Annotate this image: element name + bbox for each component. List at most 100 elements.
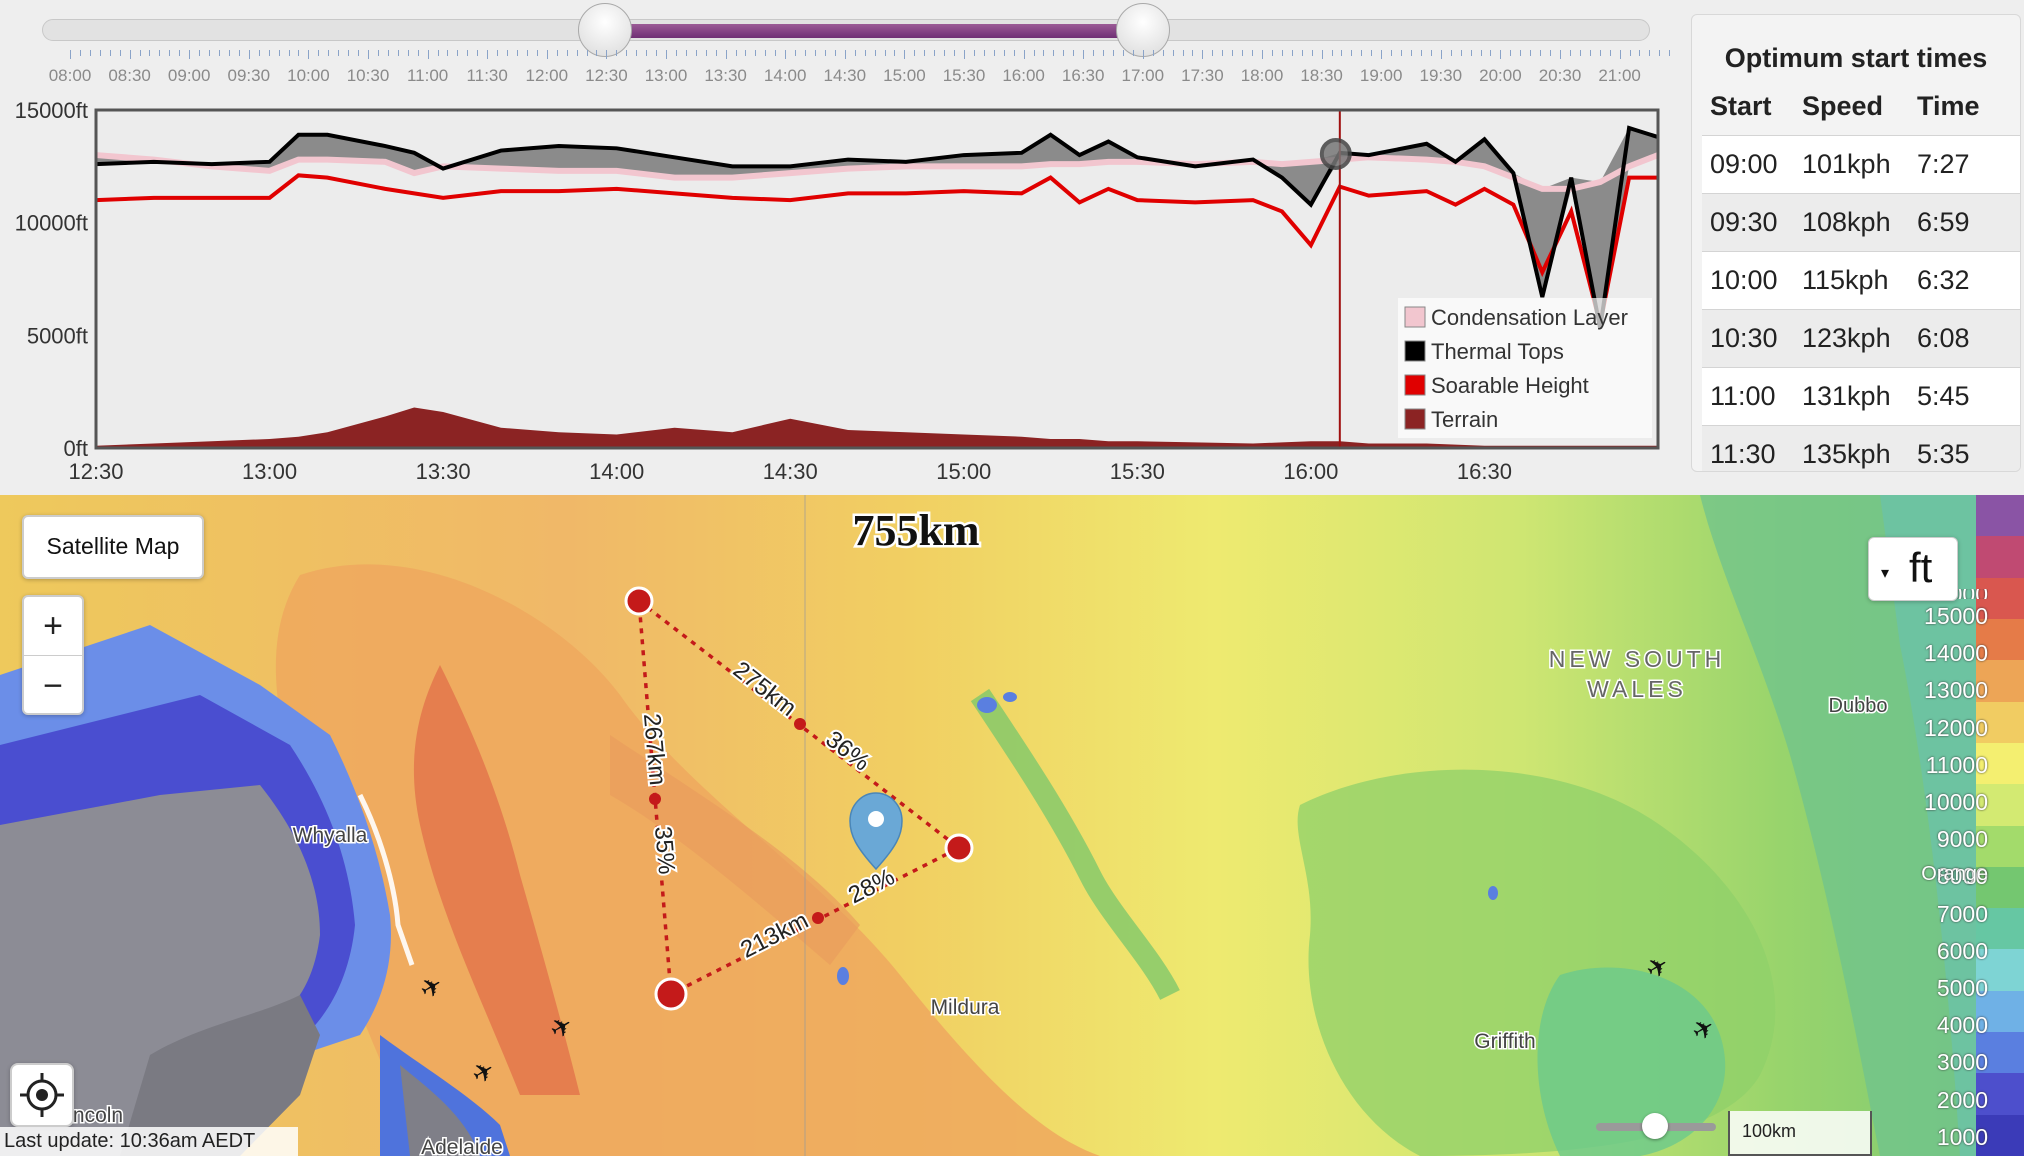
slider-tick bbox=[626, 50, 628, 56]
crosshair-icon bbox=[20, 1073, 64, 1117]
optimum-row: 10:30 123kph 6:08 bbox=[1702, 309, 2020, 368]
forecast-map[interactable]: 275km 36% 267km 35% 213km 28% ✈ ✈ ✈ ✈ ✈ … bbox=[0, 495, 2024, 1156]
y-tick-label: 0ft bbox=[64, 436, 88, 461]
slider-tick bbox=[1212, 50, 1214, 56]
slider-tick bbox=[1659, 50, 1661, 56]
slider-tick bbox=[964, 50, 965, 59]
slider-tick bbox=[457, 50, 459, 56]
map-canvas[interactable]: 275km 36% 267km 35% 213km 28% ✈ ✈ ✈ ✈ ✈ … bbox=[0, 495, 2024, 1156]
slider-tick bbox=[556, 50, 558, 56]
color-scale-swatch bbox=[1976, 825, 2024, 868]
slider-tick bbox=[1232, 50, 1234, 56]
altitude-chart[interactable]: 15000ft 10000ft 5000ft 0ft12:30 13:00 13:30 14… bbox=[0, 100, 1680, 495]
slider-tick bbox=[874, 50, 876, 56]
legend-label: Soarable Height bbox=[1431, 373, 1589, 398]
slider-tick bbox=[159, 50, 161, 56]
slider-tick bbox=[1242, 50, 1244, 56]
locate-me-button[interactable] bbox=[10, 1063, 74, 1127]
slider-tick bbox=[1043, 50, 1045, 56]
slider-end-handle[interactable] bbox=[1116, 3, 1170, 57]
turnpoint-north[interactable] bbox=[624, 586, 654, 616]
slider-tick bbox=[705, 50, 707, 56]
units-label: ft bbox=[1909, 544, 1933, 591]
slider-tick bbox=[377, 50, 379, 56]
slider-tick bbox=[1530, 50, 1532, 56]
slider-tick bbox=[139, 50, 141, 56]
slider-tick bbox=[755, 50, 757, 56]
slider-tick bbox=[566, 50, 568, 56]
time-range-slider[interactable]: 08:00 08:30 09:00 09:30 10:00 10:30 11:00 11:30… bbox=[0, 0, 1680, 100]
slider-tick bbox=[725, 50, 727, 59]
slider-tick bbox=[129, 50, 131, 59]
slider-tick bbox=[209, 50, 211, 56]
lake-small bbox=[837, 967, 849, 985]
slider-tick bbox=[70, 50, 71, 59]
slider-tick bbox=[1669, 50, 1671, 56]
x-tick-label: 15:00 bbox=[936, 459, 991, 484]
slider-selected-range[interactable] bbox=[604, 24, 1144, 38]
slider-tick bbox=[1301, 50, 1303, 56]
legend-swatch bbox=[1404, 340, 1426, 362]
slider-tick bbox=[497, 50, 499, 56]
slider-time-label: 14:00 bbox=[763, 66, 807, 85]
zoom-in-button[interactable]: + bbox=[24, 597, 82, 656]
optimum-start-times-panel: Optimum start times Start Speed Time 09:… bbox=[1691, 14, 2021, 472]
slider-start-handle[interactable] bbox=[578, 3, 632, 57]
slider-tick bbox=[219, 50, 220, 56]
slider-tick bbox=[815, 50, 816, 56]
slider-tick bbox=[894, 50, 896, 56]
slider-tick bbox=[477, 50, 479, 56]
slider-tick bbox=[1500, 50, 1502, 59]
slider-tick bbox=[1202, 50, 1204, 59]
turnpoint-start[interactable] bbox=[654, 977, 688, 1011]
place-label: Adelaide bbox=[421, 1136, 503, 1156]
chart-cursor-marker bbox=[1319, 137, 1352, 170]
slider-time-label: 18:30 bbox=[1300, 66, 1343, 85]
zoom-out-button[interactable]: − bbox=[24, 657, 82, 715]
slider-tick bbox=[914, 50, 916, 56]
color-scale-swatch bbox=[1976, 577, 2024, 620]
slider-tick bbox=[1351, 50, 1353, 56]
last-update-label: Last update: 10:36am AEDT bbox=[0, 1127, 298, 1156]
optimum-start-cell: 09:00 bbox=[1710, 149, 1778, 179]
opacity-slider-handle[interactable] bbox=[1642, 1113, 1668, 1139]
x-tick-label: 12:30 bbox=[68, 459, 123, 484]
slider-tick bbox=[1063, 50, 1065, 56]
units-dropdown[interactable]: ▾ ft bbox=[1868, 537, 1958, 601]
slider-tick bbox=[99, 50, 101, 56]
slider-time-label: 20:00 bbox=[1479, 66, 1522, 85]
slider-tick bbox=[1520, 50, 1522, 56]
y-tick-label: 15000ft bbox=[15, 100, 88, 123]
slider-tick bbox=[934, 50, 936, 56]
slider-tick bbox=[1460, 50, 1462, 56]
slider-tick bbox=[1401, 50, 1403, 56]
slider-tick bbox=[89, 50, 91, 56]
slider-tick bbox=[1142, 50, 1144, 59]
slider-tick bbox=[576, 50, 578, 56]
slider-tick bbox=[407, 50, 409, 56]
color-scale-swatch bbox=[1976, 866, 2024, 910]
slider-tick bbox=[238, 50, 240, 56]
slider-tick bbox=[973, 50, 975, 56]
slider-tick bbox=[666, 50, 667, 59]
slider-tick bbox=[358, 50, 360, 56]
optimum-speed-cell: 115kph bbox=[1802, 265, 1889, 295]
slider-tick bbox=[1430, 50, 1432, 56]
slider-tick bbox=[1450, 50, 1452, 56]
turnpoint-east[interactable] bbox=[944, 833, 974, 863]
slider-tick bbox=[675, 50, 677, 56]
optimum-time-cell: 5:35 bbox=[1917, 439, 1970, 469]
optimum-row: 10:00 115kph 6:32 bbox=[1702, 251, 2020, 310]
slider-tick bbox=[427, 50, 429, 59]
slider-tick bbox=[1291, 50, 1293, 56]
zoom-control[interactable]: + − bbox=[22, 595, 84, 715]
color-scale-swatch bbox=[1976, 990, 2024, 1034]
slider-tick bbox=[944, 50, 946, 56]
slider-tick bbox=[735, 50, 737, 56]
slider-tick bbox=[79, 50, 81, 56]
slider-tick bbox=[507, 50, 509, 56]
slider-time-label: 11:00 bbox=[406, 66, 449, 85]
satellite-map-button[interactable]: Satellite Map bbox=[22, 515, 204, 579]
slider-time-label: 08:00 bbox=[48, 66, 92, 85]
slider-tick bbox=[983, 50, 985, 56]
